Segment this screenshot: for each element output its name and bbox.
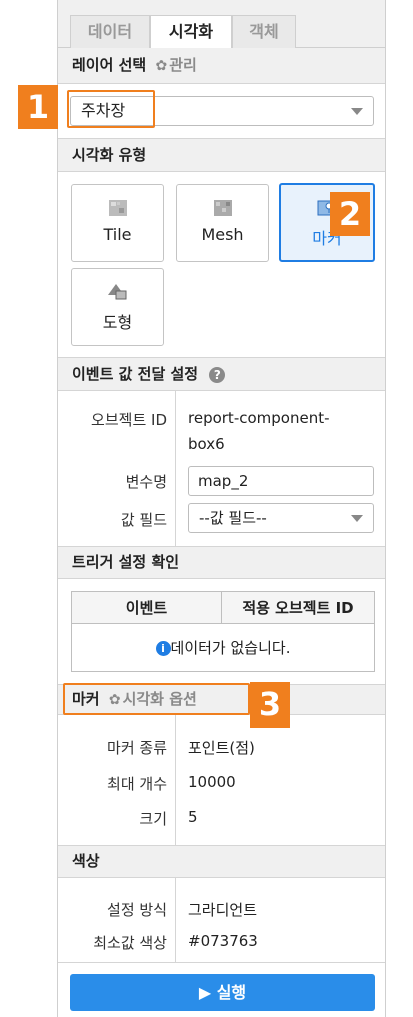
color-section-header: 색상 [58,845,385,878]
size-value[interactable]: 5 [188,808,198,826]
trigger-title: 트리거 설정 확인 [72,553,180,571]
empty-message: i 데이터가 없습니다. [72,625,374,671]
callout-badge-1: 1 [18,85,58,129]
min-color-value[interactable]: #073763 [188,932,258,950]
divider [58,962,385,963]
value-field-value: --값 필드-- [199,509,267,527]
marker-type-value[interactable]: 포인트(점) [188,737,255,758]
callout-highlight-1 [67,90,155,128]
trigger-table: 이벤트 적용 오브젝트 ID i 데이터가 없습니다. [71,591,375,672]
tab-object[interactable]: 객체 [232,15,296,49]
max-count-value[interactable]: 10000 [188,773,236,791]
trigger-section-header: 트리거 설정 확인 [58,546,385,579]
chevron-down-icon [351,515,363,522]
object-id-line1: report-component- [188,409,330,427]
object-id-value: report-component- box6 [188,405,330,457]
event-section-header: 이벤트 값 전달 설정 ? [58,357,385,391]
viz-option-tile[interactable]: Tile [71,184,164,262]
trigger-col-event: 이벤트 [72,592,222,624]
tab-visualization[interactable]: 시각화 [150,15,232,49]
help-icon[interactable]: ? [209,366,226,383]
manage-link[interactable]: 관리 [169,56,197,74]
empty-message-text: 데이터가 없습니다. [170,639,291,657]
run-button[interactable]: ▶ 실행 [70,974,375,1011]
event-title: 이벤트 값 전달 설정 [72,365,199,383]
variable-name-input[interactable]: map_2 [188,466,374,496]
trigger-col-object-id: 적용 오브젝트 ID [222,592,374,624]
shape-icon [107,284,126,300]
chevron-down-icon [351,108,363,115]
min-color-label: 최소값 색상 [93,934,167,952]
viz-option-label: Tile [103,225,132,244]
color-title: 색상 [72,852,100,870]
variable-name-label: 변수명 [125,473,167,491]
size-label: 크기 [139,810,167,828]
viz-option-label: Mesh [201,225,244,244]
divider [175,878,176,962]
viz-option-shape[interactable]: 도형 [71,268,164,346]
max-count-label: 최대 개수 [107,775,167,793]
viz-type-title: 시각화 유형 [72,146,147,164]
object-id-label: 오브젝트 ID [91,411,167,429]
tile-icon [108,200,127,216]
setting-method-value[interactable]: 그라디언트 [188,899,257,920]
callout-highlight-3 [63,683,250,715]
callout-badge-3: 3 [250,682,290,728]
object-id-line2: box6 [188,435,225,453]
mesh-icon [213,200,232,216]
gear-icon[interactable]: ✿ [155,58,167,74]
tab-data[interactable]: 데이터 [70,15,150,49]
tab-bar: 데이터 시각화 객체 [58,0,385,49]
variable-name-value: map_2 [198,472,249,490]
divider [175,391,176,546]
layer-title: 레이어 선택 [72,56,147,74]
divider [175,715,176,845]
viz-type-section-header: 시각화 유형 [58,138,385,172]
visualization-panel: 데이터 시각화 객체 레이어 선택 ✿ 관리 주차장 시각화 유형 Tile Me… [57,0,386,1017]
layer-section-header: 레이어 선택 ✿ 관리 [58,48,385,84]
marker-type-label: 마커 종류 [107,739,167,757]
callout-badge-2: 2 [330,192,370,236]
value-field-select[interactable]: --값 필드-- [188,503,374,533]
value-field-label: 값 필드 [120,511,167,529]
viz-option-label: 도형 [102,313,133,332]
setting-method-label: 설정 방식 [107,901,167,919]
info-icon: i [155,641,171,656]
viz-option-mesh[interactable]: Mesh [176,184,269,262]
